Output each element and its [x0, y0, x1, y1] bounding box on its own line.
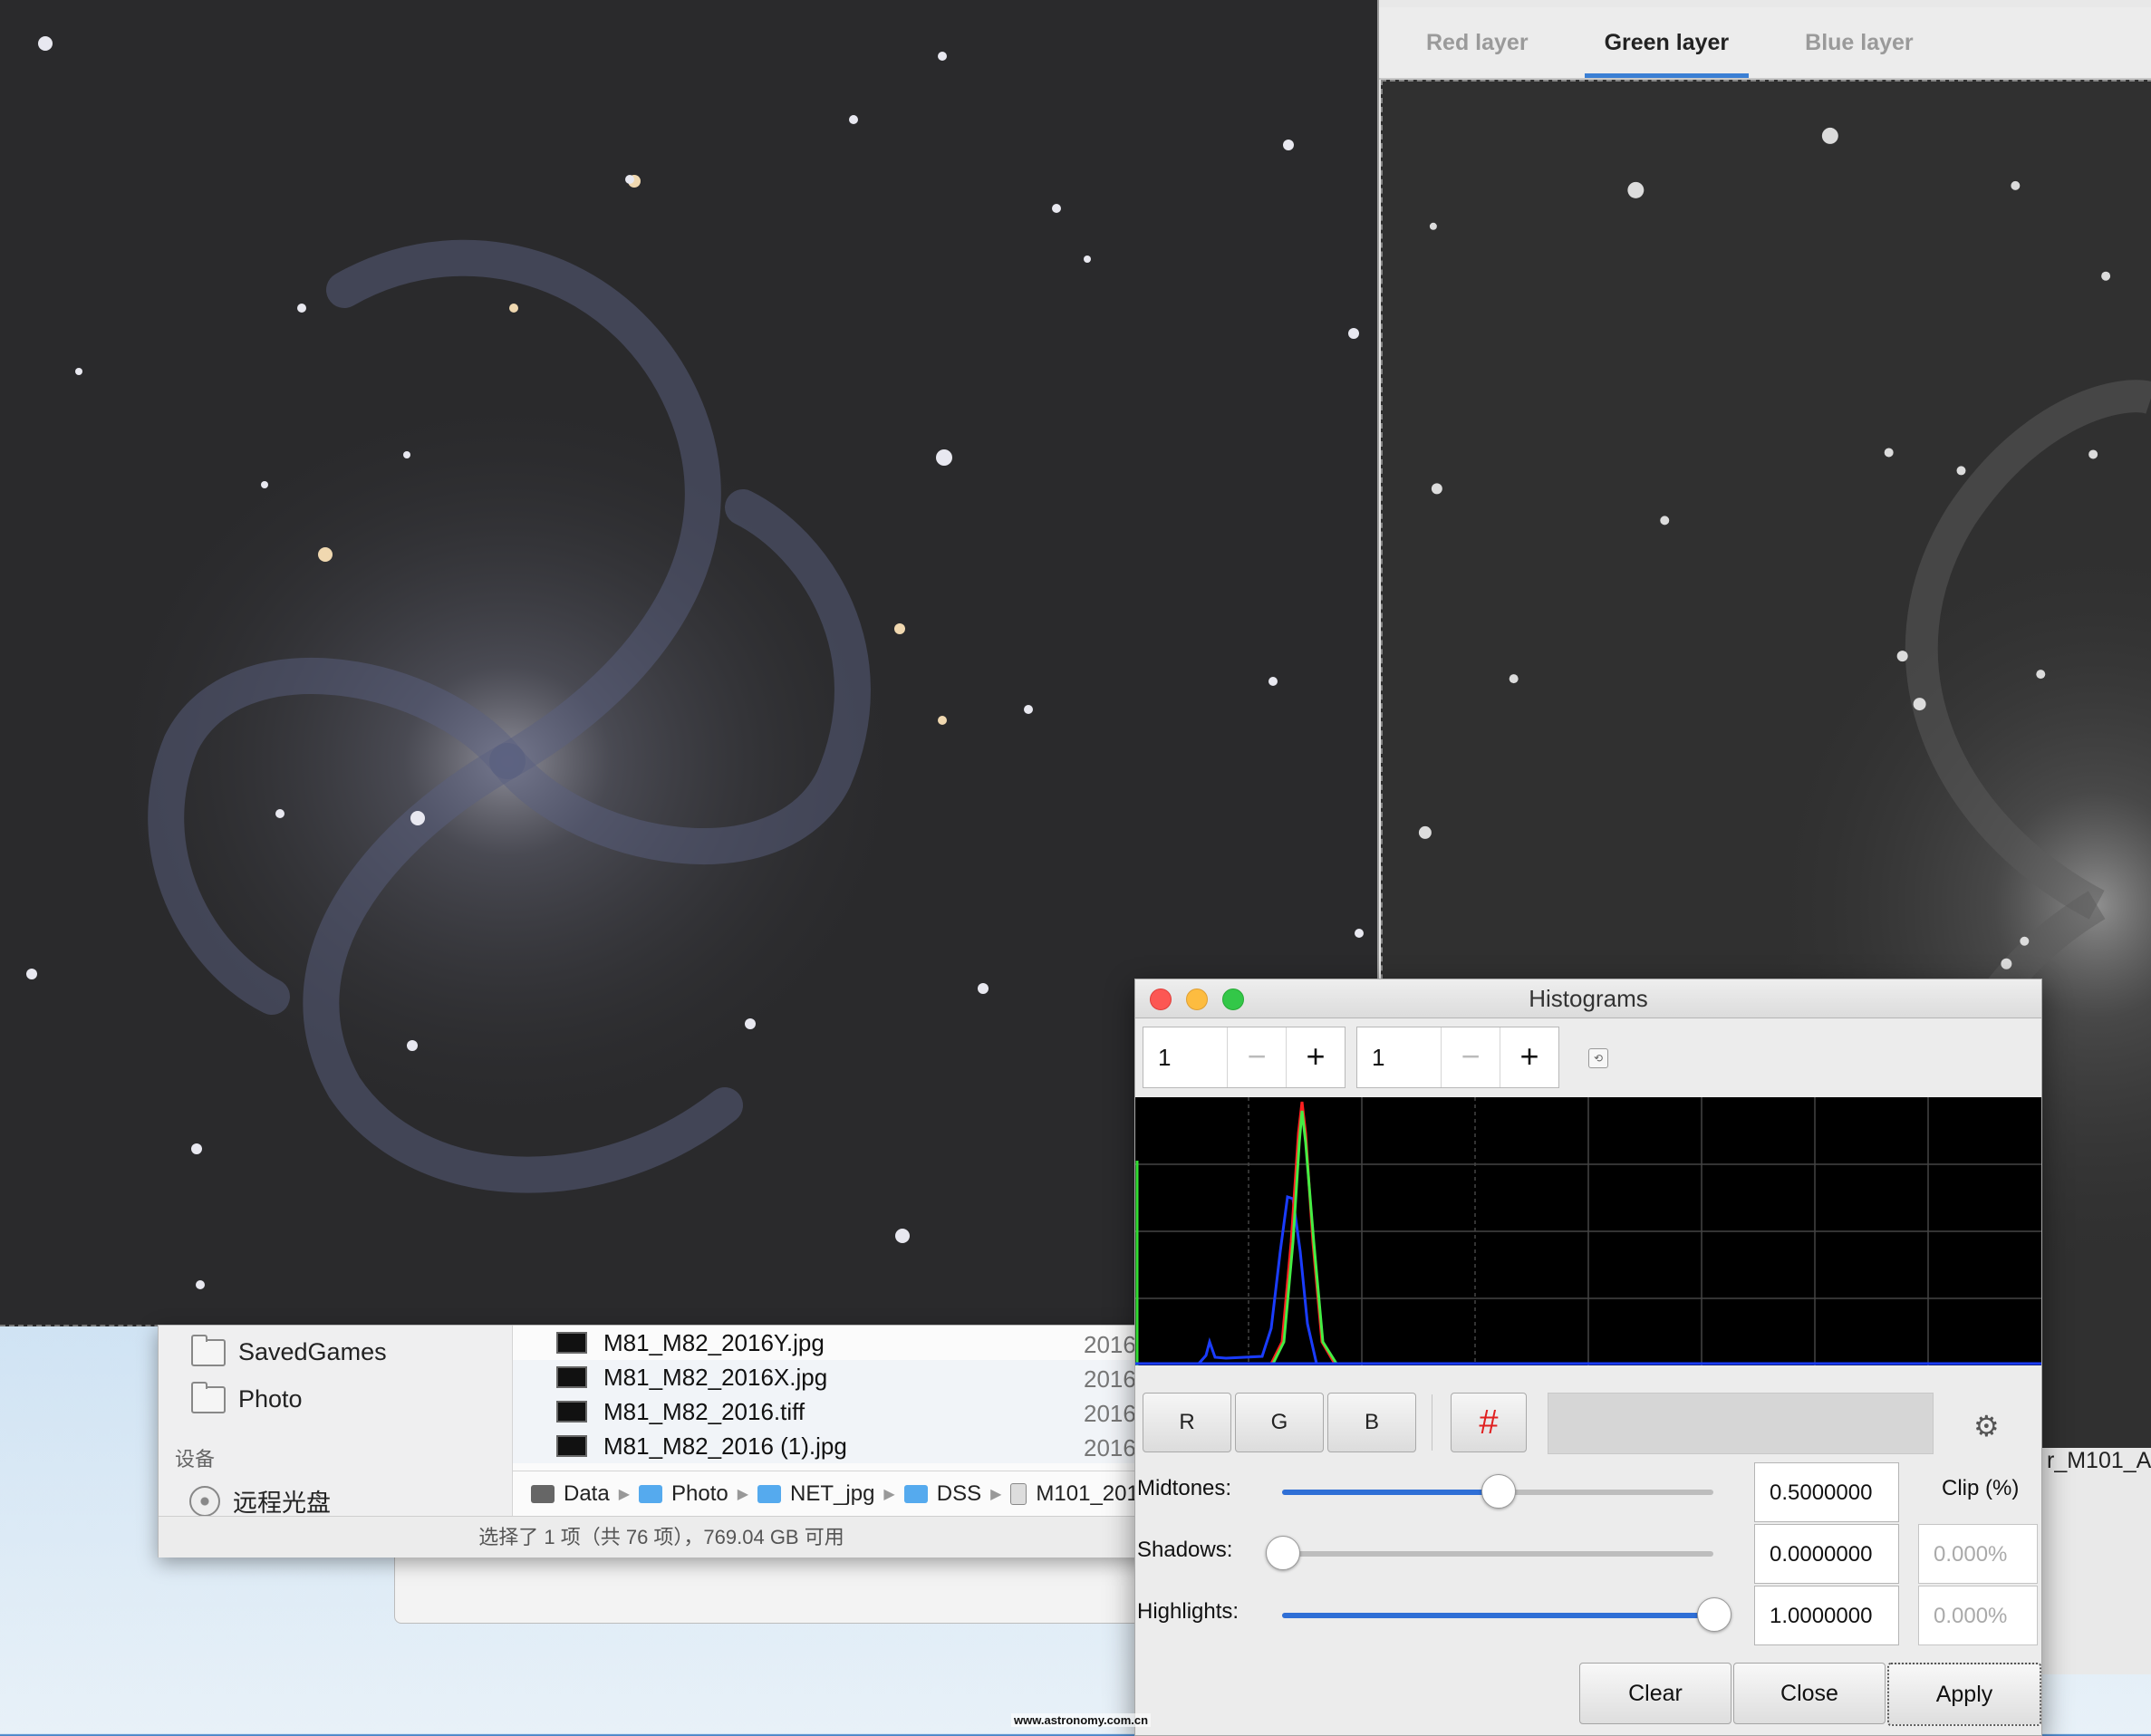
histograms-dialog: Histograms 1 − + 1 − + ⟲ R G B # ⚙ Midto… — [1134, 979, 2042, 1736]
highlights-clip-field[interactable]: 0.000% — [1918, 1586, 2038, 1645]
shadows-slider[interactable] — [1266, 1536, 1713, 1570]
finder-sidebar: SavedGames Photo 设备 远程光盘 — [159, 1326, 513, 1519]
decrement-button[interactable]: − — [1441, 1027, 1500, 1087]
zoom-x-stepper[interactable]: 1 − + — [1143, 1027, 1346, 1088]
decrement-button[interactable]: − — [1227, 1027, 1286, 1087]
slider-fill — [1282, 1613, 1713, 1618]
list-item[interactable]: M81_M82_2016.tiff 2016年 — [513, 1394, 1164, 1429]
minimize-window-button[interactable] — [1186, 989, 1208, 1010]
finder-window: SavedGames Photo 设备 远程光盘 M81_M82_2016Y.j… — [158, 1325, 1165, 1558]
layer-tab-bar: Red layer Green layer Blue layer — [1379, 7, 2151, 80]
path-segment[interactable]: Data — [564, 1481, 610, 1507]
chevron-right-icon: ▶ — [618, 1487, 631, 1502]
slider-knob[interactable] — [1481, 1474, 1516, 1509]
image-file-icon — [556, 1332, 587, 1354]
folder-icon — [191, 1334, 226, 1366]
path-segment[interactable]: DSS — [937, 1481, 981, 1507]
list-item[interactable]: M81_M82_2016Y.jpg 2016年 — [513, 1326, 1164, 1360]
disc-icon — [189, 1485, 220, 1517]
tab-red-layer[interactable]: Red layer — [1406, 7, 1548, 78]
histogram-plot — [1135, 1097, 2041, 1365]
sidebar-item-photo[interactable]: Photo — [191, 1381, 303, 1413]
image-file-icon — [556, 1435, 587, 1457]
channel-b-button[interactable]: B — [1327, 1393, 1416, 1452]
file-icon — [1010, 1483, 1027, 1505]
grid-toggle-icon[interactable]: # — [1451, 1393, 1527, 1452]
increment-button[interactable]: + — [1500, 1027, 1558, 1087]
dialog-titlebar[interactable]: Histograms — [1135, 979, 2041, 1018]
path-segment[interactable]: M101_201 — [1036, 1481, 1138, 1507]
close-window-button[interactable] — [1150, 989, 1172, 1010]
file-name: M81_M82_2016 (1).jpg — [603, 1432, 847, 1460]
midtones-label: Midtones: — [1137, 1476, 1232, 1500]
path-segment[interactable]: Photo — [671, 1481, 728, 1507]
sidebar-item-label: SavedGames — [238, 1338, 387, 1365]
sidebar-section-devices: 设备 — [175, 1448, 216, 1471]
transform-preview — [1548, 1393, 1934, 1454]
sidebar-item-label: Photo — [238, 1385, 303, 1413]
midtones-field[interactable]: 0.5000000 — [1754, 1462, 1899, 1522]
shadows-clip-field[interactable]: 0.000% — [1918, 1524, 2038, 1584]
clip-label: Clip (%) — [1942, 1476, 2020, 1500]
stepper-value[interactable]: 1 — [1357, 1044, 1441, 1072]
watermark: www.astronomy.com.cn — [1011, 1713, 1152, 1727]
folder-icon — [191, 1381, 226, 1413]
file-name: M81_M82_2016.tiff — [603, 1397, 805, 1425]
clear-button[interactable]: Clear — [1579, 1663, 1731, 1724]
channel-g-button[interactable]: G — [1235, 1393, 1324, 1452]
zoom-y-stepper[interactable]: 1 − + — [1356, 1027, 1559, 1088]
apply-button[interactable]: Apply — [1887, 1663, 2041, 1726]
chevron-right-icon: ▶ — [990, 1487, 1002, 1502]
slider-knob[interactable] — [1697, 1597, 1731, 1632]
highlights-label: Highlights: — [1137, 1599, 1239, 1624]
close-button[interactable]: Close — [1733, 1663, 1886, 1724]
shadows-field[interactable]: 0.0000000 — [1754, 1524, 1899, 1584]
dialog-title: Histograms — [1529, 985, 1648, 1012]
folder-icon — [757, 1485, 782, 1503]
list-item[interactable]: M81_M82_2016 (1).jpg 2016年 — [513, 1429, 1164, 1463]
sidebar-item-savedgames[interactable]: SavedGames — [191, 1334, 387, 1366]
channel-r-button[interactable]: R — [1143, 1393, 1231, 1452]
list-item[interactable]: M81_M82_2016X.jpg 2016年 — [513, 1360, 1164, 1394]
reset-zoom-icon[interactable]: ⟲ — [1588, 1048, 1608, 1068]
file-name: M81_M82_2016X.jpg — [603, 1363, 828, 1391]
shadows-label: Shadows: — [1137, 1538, 1233, 1562]
chevron-right-icon: ▶ — [737, 1487, 749, 1502]
drive-icon — [531, 1485, 555, 1503]
sidebar-item-remote-disc[interactable]: 远程光盘 — [189, 1483, 331, 1519]
folder-icon — [903, 1485, 928, 1503]
gear-icon[interactable]: ⚙ — [1973, 1409, 2000, 1443]
stepper-value[interactable]: 1 — [1143, 1044, 1227, 1072]
highlights-field[interactable]: 1.0000000 — [1754, 1586, 1899, 1645]
path-segment[interactable]: NET_jpg — [790, 1481, 874, 1507]
slider-fill — [1282, 1490, 1498, 1495]
status-bar: 选择了 1 项（共 76 项），769.04 GB 可用 — [159, 1516, 1164, 1558]
side-window-strip: r_M101_A — [2040, 1448, 2151, 1674]
tab-green-layer[interactable]: Green layer — [1584, 7, 1750, 78]
increment-button[interactable]: + — [1286, 1027, 1345, 1087]
file-name: M81_M82_2016Y.jpg — [603, 1328, 825, 1356]
zoom-window-button[interactable] — [1222, 989, 1244, 1010]
image-file-icon — [556, 1401, 587, 1423]
chevron-right-icon: ▶ — [883, 1487, 895, 1502]
image-file-icon — [556, 1366, 587, 1388]
side-window-title: r_M101_A — [2047, 1448, 2151, 1473]
path-bar: Data ▶ Photo ▶ NET_jpg ▶ DSS ▶ M101_201 — [513, 1471, 1164, 1517]
file-list: M81_M82_2016Y.jpg 2016年 M81_M82_2016X.jp… — [513, 1326, 1164, 1471]
slider-knob[interactable] — [1266, 1536, 1300, 1570]
tab-blue-layer[interactable]: Blue layer — [1785, 7, 1934, 78]
midtones-slider[interactable] — [1282, 1474, 1713, 1509]
sidebar-item-label: 远程光盘 — [233, 1490, 331, 1517]
highlights-slider[interactable] — [1282, 1597, 1731, 1632]
folder-icon — [639, 1485, 663, 1503]
